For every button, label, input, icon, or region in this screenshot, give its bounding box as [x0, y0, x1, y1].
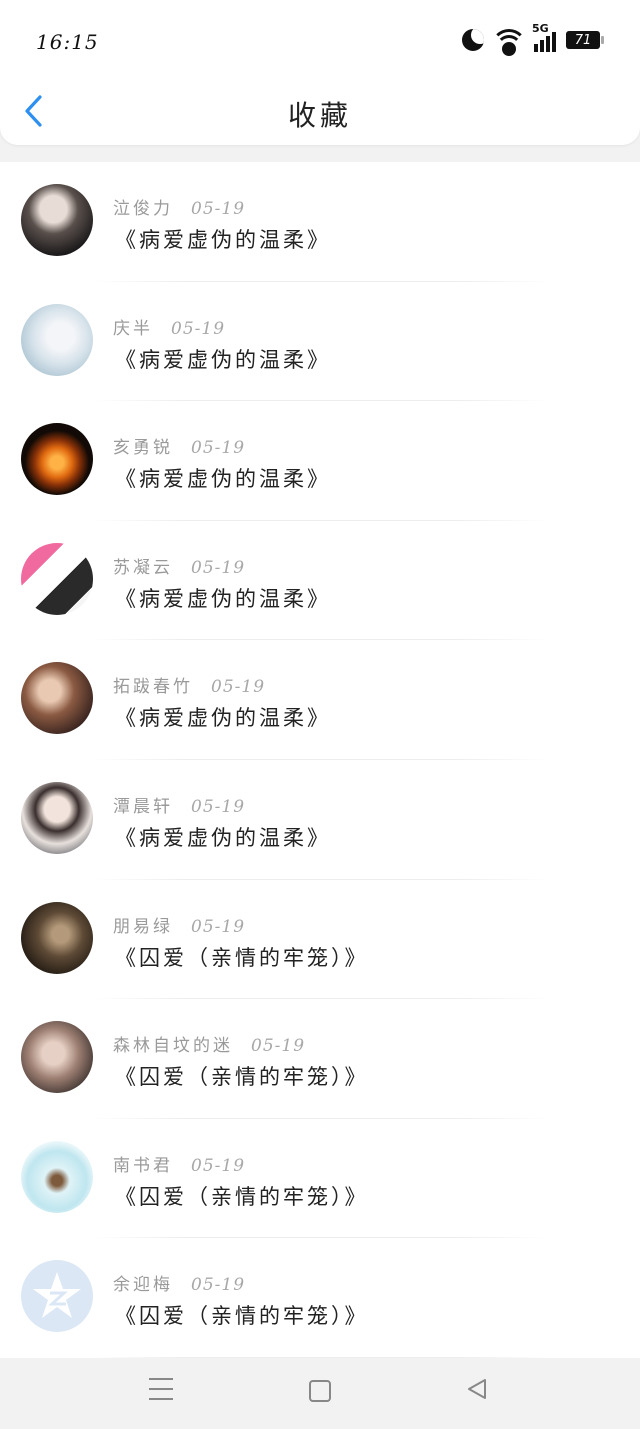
- menu-icon[interactable]: [149, 1378, 173, 1400]
- avatar[interactable]: [21, 1140, 93, 1213]
- list-item[interactable]: 亥勇锐 05-19 《病爱虚伪的温柔》: [0, 401, 640, 521]
- avatar[interactable]: [21, 542, 93, 615]
- date: 05-19: [191, 796, 246, 817]
- list-item[interactable]: 庆半 05-19 《病爱虚伪的温柔》: [0, 282, 640, 402]
- work-title[interactable]: 《囚爱（亲情的牢笼）》: [115, 942, 369, 972]
- work-title[interactable]: 《囚爱（亲情的牢笼）》: [115, 1061, 369, 1091]
- battery-level: 71: [574, 32, 592, 48]
- list-item[interactable]: 森林自坟的迷 05-19 《囚爱（亲情的牢笼）》: [0, 999, 640, 1119]
- home-square-icon[interactable]: [309, 1380, 331, 1402]
- status-time: 16:15: [36, 30, 99, 54]
- date: 05-19: [211, 677, 266, 698]
- work-title[interactable]: 《病爱虚伪的温柔》: [115, 822, 331, 852]
- status-icons: 5G 71: [462, 22, 604, 56]
- back-triangle-icon[interactable]: [466, 1378, 488, 1404]
- list-item[interactable]: 泣俊力 05-19 《病爱虚伪的温柔》: [0, 162, 640, 282]
- author-name: 余迎梅: [113, 1275, 173, 1296]
- date: 05-19: [171, 318, 226, 339]
- list-item[interactable]: 苏凝云 05-19 《病爱虚伪的温柔》: [0, 521, 640, 641]
- author-name: 拓跋春竹: [113, 677, 193, 698]
- date: 05-19: [191, 438, 246, 459]
- avatar[interactable]: [21, 184, 93, 256]
- favorites-list: 泣俊力 05-19 《病爱虚伪的温柔》 庆半 05-19 《病爱虚伪的温柔》 亥勇锐…: [0, 162, 640, 1358]
- avatar[interactable]: [21, 423, 93, 496]
- work-title[interactable]: 《病爱虚伪的温柔》: [115, 463, 331, 493]
- system-nav-bar: [0, 1358, 640, 1429]
- app-header: 16:15 5G 71 收藏: [0, 0, 640, 145]
- author-name: 泣俊力: [113, 199, 173, 219]
- list-item[interactable]: 拓跋春竹 05-19 《病爱虚伪的温柔》: [0, 640, 640, 760]
- list-item[interactable]: 潭晨轩 05-19 《病爱虚伪的温柔》: [0, 760, 640, 880]
- page-title: 收藏: [287, 99, 352, 132]
- author-name: 亥勇锐: [113, 438, 173, 459]
- date: 05-19: [251, 1036, 306, 1057]
- avatar[interactable]: [21, 781, 93, 854]
- list-item[interactable]: 余迎梅 05-19 《囚爱（亲情的牢笼）》: [0, 1238, 640, 1358]
- avatar[interactable]: [21, 1260, 93, 1333]
- work-title[interactable]: 《病爱虚伪的温柔》: [115, 224, 331, 254]
- author-name: 庆半: [113, 318, 153, 339]
- author-name: 苏凝云: [113, 557, 173, 578]
- author-name: 潭晨轩: [113, 796, 173, 817]
- default-avatar-star-icon: [33, 1272, 81, 1319]
- signal-icon: 5G: [532, 22, 556, 52]
- avatar[interactable]: [21, 662, 93, 735]
- network-label: 5G: [532, 22, 549, 35]
- work-title[interactable]: 《囚爱（亲情的牢笼）》: [115, 1181, 369, 1211]
- avatar[interactable]: [21, 1021, 93, 1094]
- list-item[interactable]: 南书君 05-19 《囚爱（亲情的牢笼）》: [0, 1119, 640, 1239]
- work-title[interactable]: 《病爱虚伪的温柔》: [115, 344, 331, 374]
- battery-icon: 71: [566, 31, 604, 49]
- date: 05-19: [191, 199, 246, 219]
- author-name: 森林自坟的迷: [113, 1036, 233, 1057]
- avatar[interactable]: [21, 901, 93, 974]
- moon-icon: [462, 29, 484, 51]
- date: 05-19: [191, 916, 246, 937]
- author-name: 南书君: [113, 1155, 173, 1176]
- date: 05-19: [191, 1155, 246, 1176]
- wifi-icon: [491, 29, 527, 56]
- date: 05-19: [191, 1275, 246, 1296]
- work-title[interactable]: 《病爱虚伪的温柔》: [115, 702, 331, 732]
- work-title[interactable]: 《病爱虚伪的温柔》: [115, 583, 331, 613]
- work-title[interactable]: 《囚爱（亲情的牢笼）》: [115, 1300, 369, 1330]
- date: 05-19: [191, 557, 246, 578]
- author-name: 朋易绿: [113, 916, 173, 937]
- list-item[interactable]: 朋易绿 05-19 《囚爱（亲情的牢笼）》: [0, 880, 640, 1000]
- avatar[interactable]: [21, 303, 93, 376]
